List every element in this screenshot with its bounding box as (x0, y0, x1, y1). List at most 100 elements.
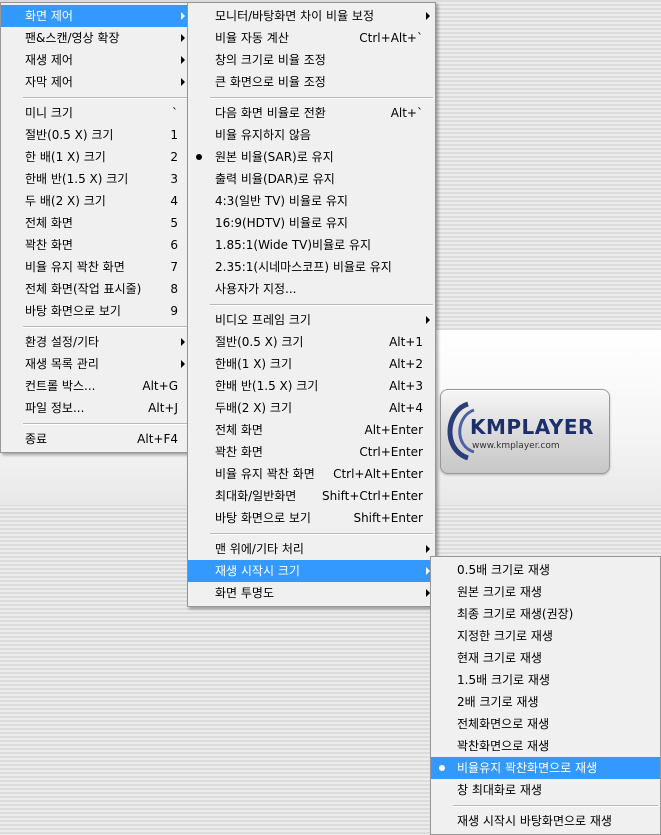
menu2-item-26[interactable]: 맨 위에/기타 처리 (188, 538, 435, 560)
menu-item-label: 절반(0.5 X) 크기 (25, 128, 114, 142)
menu-item-label: 모니터/바탕화면 차이 비율 보정 (215, 9, 375, 23)
menu2-item-16[interactable]: 절반(0.5 X) 크기 Alt+1 (188, 331, 435, 353)
menu-separator (188, 93, 435, 102)
submenu-arrow-icon (181, 12, 185, 20)
menu3-item-6[interactable]: 2배 크기로 재생 (431, 691, 660, 713)
menu-item-label: 전체 화면 (25, 216, 73, 230)
menu1-item-1[interactable]: 팬&스캔/영상 확장 (1, 27, 190, 49)
menu-item-label: 바탕 화면으로 보기 (25, 304, 121, 318)
menu2-item-21[interactable]: 꽉찬 화면 Ctrl+Enter (188, 441, 435, 463)
menu-item-shortcut: 4 (170, 194, 178, 208)
menu2-item-20[interactable]: 전체 화면 Alt+Enter (188, 419, 435, 441)
menu2-item-2[interactable]: 창의 크기로 비율 조정 (188, 49, 435, 71)
menu2-item-15[interactable]: 비디오 프레임 크기 (188, 309, 435, 331)
menu1-item-0[interactable]: 화면 제어 (1, 5, 190, 27)
menu-item-label: 꽉찬 화면 (215, 445, 263, 459)
menu-item-label: 비율 유지하지 않음 (215, 128, 311, 142)
menu-separator (188, 300, 435, 309)
menu1-item-6[interactable]: 절반(0.5 X) 크기 1 (1, 124, 190, 146)
menu1-item-9[interactable]: 두 배(2 X) 크기 4 (1, 190, 190, 212)
menu3-item-9[interactable]: 비율유지 꽉찬화면으로 재생 (431, 757, 660, 779)
menu1-item-3[interactable]: 자막 제어 (1, 71, 190, 93)
menu-item-label: 한배 반(1.5 X) 크기 (215, 379, 319, 393)
menu-item-shortcut: Alt+Enter (364, 423, 423, 437)
menu2-item-27[interactable]: 재생 시작시 크기 (188, 560, 435, 582)
menu-item-label: 큰 화면으로 비율 조정 (215, 75, 326, 89)
menu-item-label: 종료 (25, 432, 48, 446)
menu2-item-7[interactable]: 원본 비율(SAR)로 유지 (188, 146, 435, 168)
menu1-item-14[interactable]: 바탕 화면으로 보기 9 (1, 300, 190, 322)
menu-item-shortcut: Alt+F4 (137, 432, 178, 446)
menu-item-shortcut: 6 (170, 238, 178, 252)
menu1-item-2[interactable]: 재생 제어 (1, 49, 190, 71)
menu3-item-8[interactable]: 꽉찬화면으로 재생 (431, 735, 660, 757)
menu2-item-0[interactable]: 모니터/바탕화면 차이 비율 보정 (188, 5, 435, 27)
menu-item-label: 맨 위에/기타 처리 (215, 542, 304, 556)
menu1-item-16[interactable]: 환경 설정/기타 (1, 331, 190, 353)
menu-item-label: 미니 크기 (25, 106, 73, 120)
menu1-item-5[interactable]: 미니 크기 ` (1, 102, 190, 124)
menu-item-label: 컨트롤 박스... (25, 379, 96, 393)
menu2-item-10[interactable]: 16:9(HDTV) 비율로 유지 (188, 212, 435, 234)
menu-item-shortcut: 5 (170, 216, 178, 230)
menu3-item-12[interactable]: 재생 시작시 바탕화면으로 재생 (431, 810, 660, 832)
menu-item-label: 비율 자동 계산 (215, 31, 289, 45)
menu2-item-5[interactable]: 다음 화면 비율로 전환 Alt+` (188, 102, 435, 124)
menu-item-label: 바탕 화면으로 보기 (215, 511, 311, 525)
menu2-item-18[interactable]: 한배 반(1.5 X) 크기 Alt+3 (188, 375, 435, 397)
menu-item-shortcut: Alt+1 (389, 335, 423, 349)
menu-item-label: 재생 시작시 바탕화면으로 재생 (457, 814, 612, 828)
menu-item-label: 비율유지 꽉찬화면으로 재생 (457, 761, 598, 775)
menu2-item-24[interactable]: 바탕 화면으로 보기 Shift+Enter (188, 507, 435, 529)
menu3-item-0[interactable]: 0.5배 크기로 재생 (431, 559, 660, 581)
menu-separator (1, 419, 190, 428)
menu3-item-1[interactable]: 원본 크기로 재생 (431, 581, 660, 603)
menu2-item-17[interactable]: 한배(1 X) 크기 Alt+2 (188, 353, 435, 375)
menu2-item-8[interactable]: 출력 비율(DAR)로 유지 (188, 168, 435, 190)
menu-item-label: 창 최대화로 재생 (457, 783, 542, 797)
menu1-item-18[interactable]: 컨트롤 박스... Alt+G (1, 375, 190, 397)
menu-item-label: 2.35:1(시네마스코프) 비율로 유지 (215, 260, 392, 274)
menu3-item-3[interactable]: 지정한 크기로 재생 (431, 625, 660, 647)
menu2-item-11[interactable]: 1.85:1(Wide TV)비율로 유지 (188, 234, 435, 256)
menu2-item-22[interactable]: 비율 유지 꽉찬 화면 Ctrl+Alt+Enter (188, 463, 435, 485)
menu-item-label: 1.5배 크기로 재생 (457, 673, 550, 687)
menu1-item-11[interactable]: 꽉찬 화면 6 (1, 234, 190, 256)
menu2-item-6[interactable]: 비율 유지하지 않음 (188, 124, 435, 146)
menu3-item-10[interactable]: 창 최대화로 재생 (431, 779, 660, 801)
menu1-item-17[interactable]: 재생 목록 관리 (1, 353, 190, 375)
menu3-item-5[interactable]: 1.5배 크기로 재생 (431, 669, 660, 691)
menu2-item-19[interactable]: 두배(2 X) 크기 Alt+4 (188, 397, 435, 419)
menu1-item-21[interactable]: 종료 Alt+F4 (1, 428, 190, 450)
menu2-item-13[interactable]: 사용자가 지정... (188, 278, 435, 300)
menu-item-label: 사용자가 지정... (215, 282, 297, 296)
logo-url-text: www.kmplayer.com (472, 441, 560, 451)
menu3-item-4[interactable]: 현재 크기로 재생 (431, 647, 660, 669)
menu-item-label: 최대화/일반화면 (215, 489, 297, 503)
menu2-item-1[interactable]: 비율 자동 계산 Ctrl+Alt+` (188, 27, 435, 49)
menu3-item-2[interactable]: 최종 크기로 재생(권장) (431, 603, 660, 625)
menu2-item-3[interactable]: 큰 화면으로 비율 조정 (188, 71, 435, 93)
menu2-item-28[interactable]: 화면 투명도 (188, 582, 435, 604)
menu-item-label: 환경 설정/기타 (25, 335, 100, 349)
menu1-item-19[interactable]: 파일 정보... Alt+J (1, 397, 190, 419)
menu-item-shortcut: 2 (170, 150, 178, 164)
menu1-item-12[interactable]: 비율 유지 꽉찬 화면 7 (1, 256, 190, 278)
menu-item-shortcut: 8 (170, 282, 178, 296)
menu-item-label: 전체화면으로 재생 (457, 717, 550, 731)
submenu-screen-control: 모니터/바탕화면 차이 비율 보정비율 자동 계산 Ctrl+Alt+` 창의 크기… (187, 2, 436, 607)
menu-item-label: 재생 제어 (25, 53, 73, 67)
menu-separator (431, 801, 660, 810)
menu3-item-7[interactable]: 전체화면으로 재생 (431, 713, 660, 735)
menu2-item-12[interactable]: 2.35:1(시네마스코프) 비율로 유지 (188, 256, 435, 278)
menu1-item-13[interactable]: 전체 화면(작업 표시줄) 8 (1, 278, 190, 300)
menu-item-label: 비율 유지 꽉찬 화면 (25, 260, 125, 274)
submenu-arrow-icon (426, 316, 430, 324)
menu2-item-9[interactable]: 4:3(일반 TV) 비율로 유지 (188, 190, 435, 212)
menu1-item-8[interactable]: 한배 반(1.5 X) 크기 3 (1, 168, 190, 190)
menu1-item-10[interactable]: 전체 화면 5 (1, 212, 190, 234)
menu2-item-23[interactable]: 최대화/일반화면 Shift+Ctrl+Enter (188, 485, 435, 507)
menu-item-label: 파일 정보... (25, 401, 85, 415)
menu1-item-7[interactable]: 한 배(1 X) 크기 2 (1, 146, 190, 168)
menu-item-shortcut: Alt+2 (389, 357, 423, 371)
